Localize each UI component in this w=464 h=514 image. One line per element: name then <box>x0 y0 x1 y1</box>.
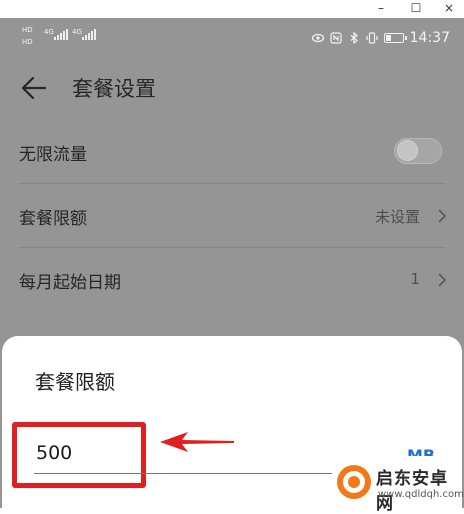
start-date-value: 1 <box>410 270 420 288</box>
eye-comfort-icon <box>311 33 324 43</box>
close-button[interactable]: × <box>434 0 464 18</box>
page-title: 套餐设置 <box>72 77 156 101</box>
battery-icon <box>383 33 407 43</box>
watermark-logo-icon <box>337 465 371 499</box>
window-titlebar: – ☐ × <box>0 0 464 18</box>
start-date-label: 每月起始日期 <box>19 273 121 293</box>
minimize-button[interactable]: – <box>366 0 396 18</box>
chevron-right-icon <box>438 273 447 287</box>
limit-input[interactable]: 500 <box>36 442 72 464</box>
status-icons: 14:37 <box>311 28 450 48</box>
data-limit-value: 未设置 <box>374 208 420 226</box>
network-type-2: 4G <box>72 28 82 36</box>
bluetooth-icon <box>350 32 358 44</box>
battery-level <box>385 35 391 41</box>
clock: 14:37 <box>409 30 450 46</box>
vibrate-icon <box>366 32 378 44</box>
unlimited-data-row[interactable]: 无限流量 <box>0 120 464 184</box>
input-underline <box>34 473 332 474</box>
data-limit-label: 套餐限额 <box>19 209 87 229</box>
annotation-arrow <box>160 432 234 452</box>
start-date-row[interactable]: 每月起始日期 1 <box>0 248 464 312</box>
back-arrow-icon[interactable] <box>20 74 48 102</box>
status-bar: HD HD 4G 4G 14:37 <box>0 18 464 60</box>
highlight-box <box>12 422 146 488</box>
maximize-button[interactable]: ☐ <box>401 0 431 18</box>
unit-selector[interactable]: MB <box>407 444 435 456</box>
app-header: 套餐设置 <box>0 60 464 120</box>
unlimited-data-toggle[interactable] <box>394 138 442 164</box>
chevron-right-icon <box>438 209 447 223</box>
sim1-label: HD <box>22 26 33 34</box>
dialog-title: 套餐限额 <box>35 370 115 394</box>
nfc-icon <box>330 32 342 44</box>
signal-area: HD HD 4G 4G <box>22 26 106 50</box>
watermark-url: www.qdldqh.com <box>378 489 464 500</box>
toggle-knob <box>397 140 418 161</box>
network-type-1: 4G <box>44 28 54 36</box>
data-limit-row[interactable]: 套餐限额 未设置 <box>0 184 464 248</box>
signal-icon <box>82 28 96 40</box>
unlimited-data-label: 无限流量 <box>19 145 87 165</box>
watermark: 启东安卓网 www.qdldqh.com <box>330 458 464 514</box>
sim2-label: HD <box>22 38 33 46</box>
signal-icon <box>54 28 68 40</box>
